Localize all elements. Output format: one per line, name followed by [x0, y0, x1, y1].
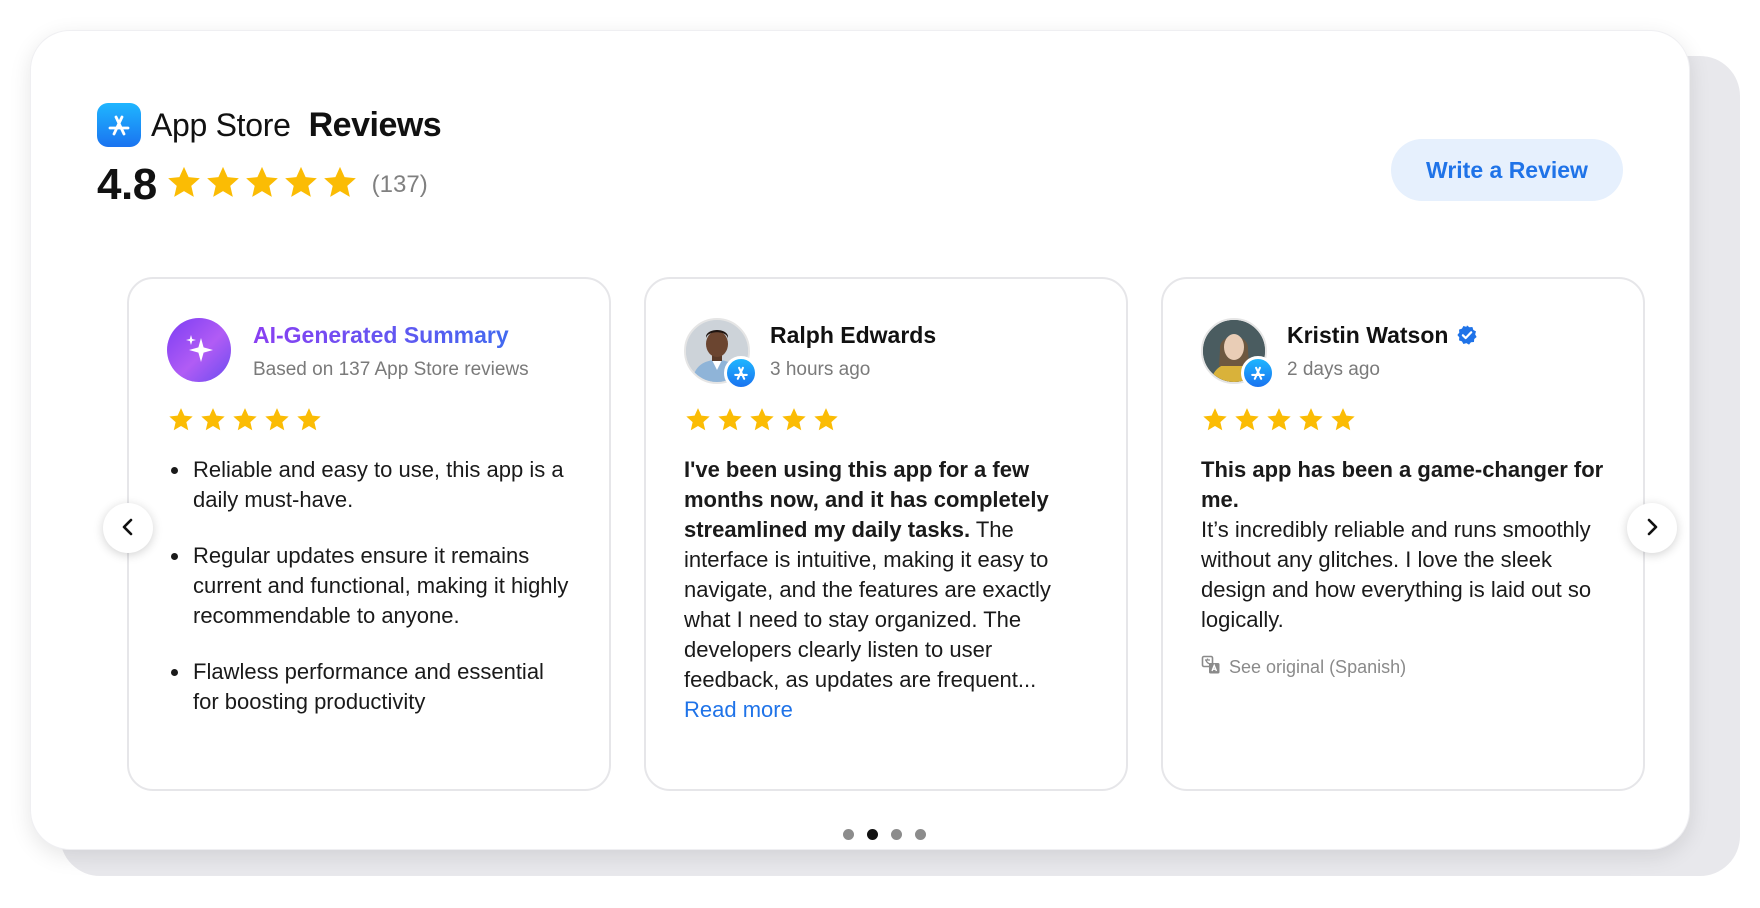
- brand-name: App Store: [151, 106, 291, 143]
- summary-point: Flawless performance and essential for b…: [167, 657, 571, 717]
- star-icon: [321, 164, 359, 207]
- star-icon: [167, 406, 195, 439]
- ai-avatar: [167, 318, 233, 384]
- star-icon: [263, 406, 291, 439]
- card-header: Ralph Edwards 3 hours ago: [684, 317, 1088, 390]
- card-stars: [684, 407, 1088, 437]
- verified-badge-icon: [1456, 324, 1478, 346]
- review-time: 2 days ago: [1287, 358, 1380, 380]
- review-card: Ralph Edwards 3 hours ago I've been usin…: [644, 277, 1128, 791]
- star-icon: [199, 406, 227, 439]
- ai-summary-title: AI-Generated Summary: [253, 322, 529, 349]
- app-store-icon: [1241, 356, 1275, 390]
- pagination-dot[interactable]: [867, 829, 878, 840]
- review-card: Kristin Watson 2 days ago This app has b…: [1161, 277, 1645, 791]
- widget-header: App Store Reviews 4.8 (137): [97, 103, 442, 209]
- summary-list: Reliable and easy to use, this app is a …: [167, 455, 571, 717]
- star-icon: [748, 406, 776, 439]
- star-icon: [716, 406, 744, 439]
- carousel-pagination: [843, 829, 926, 840]
- star-icon: [295, 406, 323, 439]
- card-header: Kristin Watson 2 days ago: [1201, 317, 1605, 390]
- review-time: 3 hours ago: [770, 358, 871, 380]
- reviewer-name[interactable]: Ralph Edwards: [770, 322, 936, 349]
- card-stars: [1201, 407, 1605, 437]
- chevron-right-icon: [1642, 517, 1662, 540]
- reviewer-avatar[interactable]: [1201, 318, 1275, 390]
- star-icon: [243, 164, 281, 207]
- summary-point: Regular updates ensure it remains curren…: [167, 541, 571, 631]
- star-icon: [1201, 406, 1229, 439]
- card-header: AI-Generated Summary Based on 137 App St…: [167, 317, 571, 385]
- star-icon: [204, 164, 242, 207]
- review-body: The interface is intuitive, making it ea…: [684, 517, 1051, 692]
- read-more-link[interactable]: Read more: [684, 695, 1088, 725]
- rating-row: 4.8 (137): [97, 160, 441, 209]
- review-headline: This app has been a game-changer for me.: [1201, 457, 1604, 512]
- translate-icon: [1201, 655, 1221, 680]
- sparkles-icon: [167, 318, 231, 382]
- see-original-link[interactable]: See original (Spanish): [1201, 655, 1605, 680]
- star-icon: [1233, 406, 1261, 439]
- write-review-button[interactable]: Write a Review: [1391, 139, 1623, 201]
- pagination-dot[interactable]: [915, 829, 926, 840]
- review-text: This app has been a game-changer for me.…: [1201, 455, 1605, 635]
- card-stars: [167, 407, 571, 437]
- see-original-label[interactable]: See original (Spanish): [1229, 657, 1406, 678]
- ai-summary-subtitle: Based on 137 App Store reviews: [253, 358, 529, 380]
- reviewer-name[interactable]: Kristin Watson: [1287, 322, 1448, 349]
- review-count: (137): [371, 171, 428, 198]
- carousel-next-button[interactable]: [1627, 503, 1677, 553]
- star-icon: [165, 164, 203, 207]
- app-store-icon: [724, 356, 758, 390]
- star-icon: [684, 406, 712, 439]
- star-icon: [1265, 406, 1293, 439]
- star-icon: [1297, 406, 1325, 439]
- carousel-prev-button[interactable]: [103, 503, 153, 553]
- review-text: I've been using this app for a few month…: [684, 455, 1088, 725]
- star-icon: [780, 406, 808, 439]
- summary-point: Reliable and easy to use, this app is a …: [167, 455, 571, 515]
- pagination-dot[interactable]: [843, 829, 854, 840]
- rating-value: 4.8: [97, 160, 157, 209]
- review-body: It’s incredibly reliable and runs smooth…: [1201, 517, 1592, 632]
- star-icon: [231, 406, 259, 439]
- reviewer-avatar[interactable]: [684, 318, 758, 390]
- page-title: Reviews: [308, 105, 442, 144]
- star-icon: [1329, 406, 1357, 439]
- ai-summary-card: AI-Generated Summary Based on 137 App St…: [127, 277, 611, 791]
- app-store-logo-icon: [97, 103, 141, 147]
- rating-stars: [165, 164, 360, 207]
- star-icon: [282, 164, 320, 207]
- star-icon: [812, 406, 840, 439]
- brand-row: App Store Reviews: [97, 103, 442, 147]
- chevron-left-icon: [118, 517, 138, 540]
- reviews-widget: App Store Reviews 4.8 (137) Write a Revi…: [30, 30, 1690, 850]
- pagination-dot[interactable]: [891, 829, 902, 840]
